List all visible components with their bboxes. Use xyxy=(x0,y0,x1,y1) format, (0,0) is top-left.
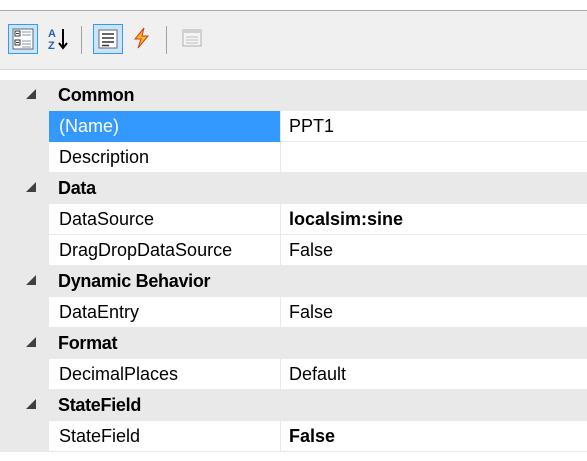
property-row-description[interactable]: Description xyxy=(0,142,587,173)
property-grid-toolbar: A Z xyxy=(0,11,587,70)
collapse-triangle-icon[interactable] xyxy=(26,337,36,347)
category-label: Dynamic Behavior xyxy=(58,271,211,291)
collapse-triangle-icon[interactable] xyxy=(26,399,36,409)
category-label: StateField xyxy=(58,395,142,415)
property-value[interactable]: False xyxy=(281,421,587,452)
svg-text:Z: Z xyxy=(48,40,55,51)
collapse-triangle-icon[interactable] xyxy=(26,89,36,99)
events-button[interactable] xyxy=(128,24,158,54)
collapse-triangle-icon[interactable] xyxy=(26,182,36,192)
property-name[interactable]: DataSource xyxy=(49,204,281,235)
property-name[interactable]: DecimalPlaces xyxy=(49,359,281,390)
toolbar-separator xyxy=(166,26,167,54)
category-common[interactable]: Common xyxy=(0,80,587,111)
property-row-decimalplaces[interactable]: DecimalPlaces Default xyxy=(0,359,587,390)
property-name[interactable]: (Name) xyxy=(49,111,281,142)
collapse-triangle-icon[interactable] xyxy=(26,275,36,285)
category-label: Common xyxy=(58,85,135,105)
property-name[interactable]: DragDropDataSource xyxy=(49,235,281,266)
property-name[interactable]: DataEntry xyxy=(49,297,281,328)
categorized-button[interactable] xyxy=(8,24,38,54)
alphabetical-button[interactable]: A Z xyxy=(44,24,74,54)
category-dynamic-behavior[interactable]: Dynamic Behavior xyxy=(0,266,587,297)
category-data[interactable]: Data xyxy=(0,173,587,204)
property-row-name[interactable]: (Name) PPT1 xyxy=(0,111,587,142)
category-format[interactable]: Format xyxy=(0,328,587,359)
category-label: Format xyxy=(58,333,118,353)
svg-text:A: A xyxy=(48,28,56,40)
events-icon xyxy=(133,27,150,49)
property-row-datasource[interactable]: DataSource localsim:sine xyxy=(0,204,587,235)
property-row-statefield[interactable]: StateField False xyxy=(0,421,587,452)
categorized-icon xyxy=(12,28,34,50)
property-value[interactable]: False xyxy=(281,297,587,328)
properties-button[interactable] xyxy=(93,24,123,54)
property-grid: Common (Name) PPT1 Description Data Data… xyxy=(0,80,587,452)
property-pages-button[interactable] xyxy=(178,24,208,54)
property-pages-icon xyxy=(182,29,202,47)
property-row-dataentry[interactable]: DataEntry False xyxy=(0,297,587,328)
properties-icon xyxy=(98,29,118,49)
toolbar-separator xyxy=(81,26,82,54)
property-name[interactable]: Description xyxy=(49,142,281,173)
property-row-dragdropdatasource[interactable]: DragDropDataSource False xyxy=(0,235,587,266)
property-value[interactable]: PPT1 xyxy=(281,111,587,142)
property-value[interactable]: Default xyxy=(281,359,587,390)
alphabetical-icon: A Z xyxy=(48,28,68,51)
property-value[interactable]: False xyxy=(281,235,587,266)
category-statefield[interactable]: StateField xyxy=(0,390,587,421)
category-label: Data xyxy=(58,178,96,198)
property-name[interactable]: StateField xyxy=(49,421,281,452)
property-value[interactable] xyxy=(281,142,587,173)
property-value[interactable]: localsim:sine xyxy=(281,204,587,235)
